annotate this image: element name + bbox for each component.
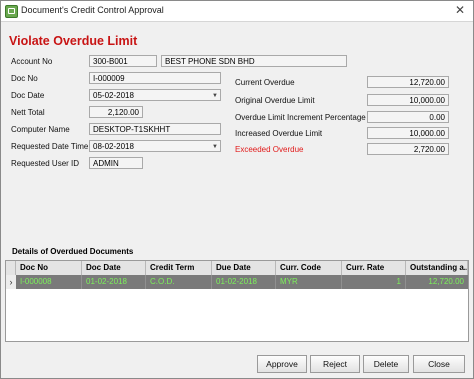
exceeded-overdue-label: Exceeded Overdue	[235, 145, 304, 154]
table-cell: I-000008	[16, 275, 82, 289]
requested-datetime-field[interactable]: 08-02-2018 ▼	[89, 140, 221, 152]
details-title: Details of Overdued Documents	[12, 247, 134, 256]
delete-button[interactable]: Delete	[363, 355, 409, 373]
chevron-down-icon[interactable]: ▼	[212, 90, 218, 100]
current-overdue-label: Current Overdue	[235, 78, 295, 87]
requested-datetime-value: 08-02-2018	[93, 142, 134, 151]
column-header[interactable]: Doc Date	[82, 261, 146, 275]
increment-pct-field[interactable]: 0.00	[367, 111, 449, 123]
original-limit-label: Original Overdue Limit	[235, 96, 315, 105]
exceeded-overdue-field[interactable]: 2,720.00	[367, 143, 449, 155]
account-name-field[interactable]: BEST PHONE SDN BHD	[161, 55, 347, 67]
doc-date-field[interactable]: 05-02-2018 ▼	[89, 89, 221, 101]
account-no-label: Account No	[11, 57, 53, 66]
increased-limit-label: Increased Overdue Limit	[235, 129, 323, 138]
requested-user-field[interactable]: ADMIN	[89, 157, 143, 169]
doc-date-label: Doc Date	[11, 91, 45, 100]
table-row[interactable]: I-000008 01-02-2018 C.O.D. 01-02-2018 MY…	[16, 275, 468, 289]
table-cell: C.O.D.	[146, 275, 212, 289]
table-cell: 01-02-2018	[212, 275, 276, 289]
account-no-field[interactable]: 300-B001	[89, 55, 157, 67]
doc-date-value: 05-02-2018	[93, 91, 134, 100]
reject-button[interactable]: Reject	[310, 355, 360, 373]
column-header[interactable]: Doc No	[16, 261, 82, 275]
doc-no-label: Doc No	[11, 74, 38, 83]
table-cell: MYR	[276, 275, 342, 289]
grid-header: Doc No Doc Date Credit Term Due Date Cur…	[6, 261, 468, 276]
computer-name-label: Computer Name	[11, 125, 70, 134]
approve-button[interactable]: Approve	[257, 355, 307, 373]
column-header[interactable]: Outstanding a...	[406, 261, 468, 275]
close-button[interactable]: Close	[413, 355, 465, 373]
requested-user-label: Requested User ID	[11, 159, 80, 168]
title-bar: Document's Credit Control Approval ✕	[1, 1, 473, 22]
increased-limit-field[interactable]: 10,000.00	[367, 127, 449, 139]
column-header[interactable]: Curr. Code	[276, 261, 342, 275]
table-cell: 01-02-2018	[82, 275, 146, 289]
overdue-documents-grid[interactable]: Doc No Doc Date Credit Term Due Date Cur…	[5, 260, 469, 342]
close-icon[interactable]: ✕	[453, 3, 467, 17]
doc-no-field[interactable]: I-000009	[89, 72, 221, 84]
requested-datetime-label: Requested Date Time	[11, 142, 89, 151]
column-header[interactable]: Due Date	[212, 261, 276, 275]
row-selector-header	[6, 261, 16, 275]
app-icon	[5, 5, 18, 18]
chevron-down-icon[interactable]: ▼	[212, 141, 218, 151]
table-cell: 1	[342, 275, 406, 289]
column-header[interactable]: Credit Term	[146, 261, 212, 275]
original-limit-field[interactable]: 10,000.00	[367, 94, 449, 106]
computer-name-field[interactable]: DESKTOP-T1SKHHT	[89, 123, 221, 135]
page-title: Violate Overdue Limit	[9, 34, 138, 48]
increment-pct-label: Overdue Limit Increment Percentage	[235, 113, 366, 122]
table-cell: 12,720.00	[428, 277, 464, 286]
current-overdue-field[interactable]: 12,720.00	[367, 76, 449, 88]
approval-window: Document's Credit Control Approval ✕ Vio…	[0, 0, 474, 379]
nett-total-field[interactable]: 2,120.00	[89, 106, 143, 118]
nett-total-label: Nett Total	[11, 108, 45, 117]
column-header[interactable]: Curr. Rate	[342, 261, 406, 275]
window-title: Document's Credit Control Approval	[21, 5, 164, 15]
